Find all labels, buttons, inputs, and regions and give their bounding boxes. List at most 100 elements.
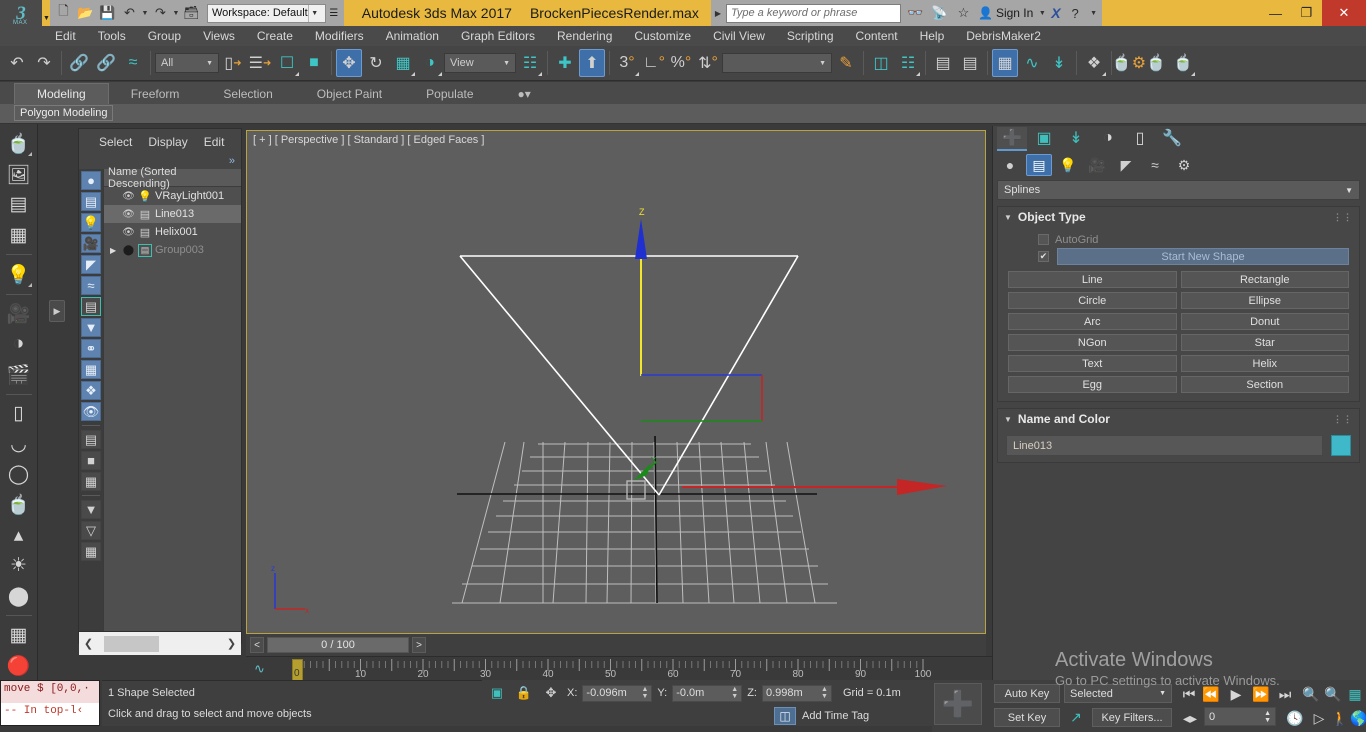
rollout-grip-icon[interactable]: ⋮⋮ [1333, 414, 1353, 425]
camera-match-icon[interactable]: ◑ [4, 330, 34, 358]
maxscript-mini-listener[interactable]: move $ [0,0,· -- In top-l‹ [0, 680, 100, 726]
app-menu-caret-icon[interactable]: ▼ [43, 15, 50, 26]
field-of-view-icon[interactable]: ▷ [1308, 708, 1330, 728]
viewport-canvas[interactable]: Z X Y z x [247, 131, 985, 633]
toolbar-config-icon[interactable]: ▦ [81, 542, 101, 561]
text-button[interactable]: Text [1008, 355, 1177, 372]
helpers-icon[interactable]: ◤ [1113, 154, 1139, 176]
redo-icon[interactable]: ↷ [31, 49, 57, 77]
list-item[interactable]: ▶ ⬤ ▤ Group003 [104, 241, 241, 259]
filter-funnel-icon[interactable]: ▽ [81, 521, 101, 540]
scene-explorer-hscrollbar[interactable]: ❮ ❯ [79, 631, 241, 655]
render-production-icon[interactable]: 🍵 [1170, 49, 1196, 77]
lights-icon[interactable]: 💡 [1055, 154, 1081, 176]
select-and-link-icon[interactable]: 🔗 [66, 49, 92, 77]
ellipse-button[interactable]: Ellipse [1180, 292, 1349, 309]
undo-icon[interactable]: ↶ [119, 3, 140, 24]
donut-button[interactable]: Donut [1180, 313, 1349, 330]
scrollbar-track[interactable] [96, 634, 224, 653]
dome-light-icon[interactable]: ◡ [4, 430, 34, 458]
scene-explorer-column-header[interactable]: Name (Sorted Descending) [104, 166, 241, 190]
redo-caret-icon[interactable]: ▼ [172, 10, 180, 17]
play-animation-icon[interactable]: ▶ [1224, 684, 1248, 704]
time-configuration-icon[interactable]: 🕓 [1284, 708, 1306, 728]
set-project-icon[interactable]: 🗃 [181, 3, 202, 24]
systems-icon[interactable]: ⚙ [1171, 154, 1197, 176]
binoculars-icon[interactable]: 👓 [906, 5, 925, 21]
display-list-icon[interactable]: ▤ [81, 430, 101, 449]
maximize-button[interactable]: ❐ [1291, 0, 1322, 26]
menu-item-group[interactable]: Group [137, 26, 192, 46]
menu-item-debrismaker2[interactable]: DebrisMaker2 [955, 26, 1052, 46]
rail-expand-button[interactable]: ▶ [49, 300, 65, 322]
category-combo[interactable]: Splines ▼ [997, 180, 1360, 200]
use-pivot-point-center-icon[interactable]: ☷ [517, 49, 543, 77]
current-frame-field[interactable]: 0 ▲ ▼ [1204, 707, 1276, 726]
ribbon-tab-populate[interactable]: Populate [404, 84, 495, 104]
save-icon[interactable]: 💾 [97, 3, 118, 24]
selection-lock-region-icon[interactable]: ▣ [486, 683, 508, 703]
toggle-scene-explorer-icon[interactable]: ▦ [992, 49, 1018, 77]
filter-space-warps-icon[interactable]: ≈ [81, 276, 101, 295]
zoom-all-viewports-icon[interactable]: 🔍 [1322, 684, 1344, 704]
material-sphere-icon[interactable]: 🔴 [4, 652, 34, 680]
render-frame-window-icon[interactable]: 🖼 [4, 160, 34, 188]
menu-item-tools[interactable]: Tools [87, 26, 137, 46]
menu-item-civil-view[interactable]: Civil View [702, 26, 776, 46]
snaps-toggle-icon[interactable]: ⬆ [579, 49, 605, 77]
select-and-manipulate-icon[interactable]: ✚ [552, 49, 578, 77]
perspective-viewport[interactable]: [ + ] [ Perspective ] [ Standard ] [ Edg… [246, 130, 986, 634]
window-crossing-icon[interactable]: ■ [301, 49, 327, 77]
menu-item-scripting[interactable]: Scripting [776, 26, 845, 46]
workspace-caret-icon[interactable]: ▼ [307, 4, 321, 22]
polygon-modeling-panel-label[interactable]: Polygon Modeling [14, 105, 114, 121]
render-settings-icon[interactable]: ▦ [4, 221, 34, 249]
close-button[interactable]: ✕ [1322, 0, 1366, 26]
sun-light-icon[interactable]: ☀ [4, 552, 34, 580]
cone-light-icon[interactable]: ▴ [4, 521, 34, 549]
display-columns-icon[interactable]: ▦ [81, 472, 101, 491]
menu-item-views[interactable]: Views [192, 26, 246, 46]
arc-button[interactable]: Arc [1008, 313, 1177, 330]
set-key-mode-icon[interactable]: ➕ [934, 683, 982, 725]
menu-item-modifiers[interactable]: Modifiers [304, 26, 375, 46]
next-frame-icon[interactable]: ⏩ [1250, 684, 1272, 704]
mirror-icon[interactable]: ✎ [833, 49, 859, 77]
ribbon-options-icon[interactable]: ●▾ [496, 84, 553, 104]
select-by-name-icon[interactable]: ☰ ➜ [247, 49, 273, 77]
autogrid-checkbox[interactable] [1038, 234, 1049, 245]
select-and-move-icon[interactable]: ✥ [336, 49, 362, 77]
filter-particles-icon[interactable]: ❖ [81, 381, 101, 400]
space-warps-icon[interactable]: ≈ [1142, 154, 1168, 176]
proxy-mesh-icon[interactable]: ▦ [4, 621, 34, 649]
next-frame-button[interactable]: > [412, 637, 426, 653]
shapes-icon[interactable]: ▤ [1026, 154, 1052, 176]
plane-light-icon[interactable]: ▯ [4, 400, 34, 428]
walkthrough-icon[interactable]: 🚶 [1330, 708, 1350, 728]
menu-item-help[interactable]: Help [909, 26, 956, 46]
z-field[interactable]: 0.998m ▲ ▼ [761, 684, 832, 702]
undo-icon[interactable]: ↶ [4, 49, 30, 77]
workspace-selector[interactable]: Workspace: Default ▼ [206, 3, 326, 23]
named-selection-sets-combo[interactable]: ▼ [722, 53, 832, 73]
display-layer-icon[interactable]: ■ [81, 451, 101, 470]
frame-spinner-icon[interactable]: ▲ ▼ [1264, 710, 1271, 724]
prev-frame-button[interactable]: < [250, 637, 264, 653]
mini-listener-line-1[interactable]: move $ [0,0,· [1, 681, 99, 703]
rectangular-selection-region-icon[interactable]: ☐ [274, 49, 300, 77]
ribbon-tab-modeling[interactable]: Modeling [14, 83, 109, 104]
select-and-scale-icon[interactable]: ▦ [390, 49, 416, 77]
help-icon[interactable]: ? [1066, 6, 1085, 21]
curve-editor-icon[interactable]: ∿ [1019, 49, 1045, 77]
app-logo[interactable]: 3 MAX [0, 0, 42, 26]
object-color-swatch[interactable] [1331, 435, 1351, 456]
physical-camera-icon[interactable]: 🎬 [4, 360, 34, 388]
minimize-button[interactable]: — [1260, 0, 1291, 26]
create-tab[interactable]: ➕ [997, 127, 1027, 151]
collapse-arrow-icon[interactable]: ▼ [1004, 213, 1012, 222]
menu-item-rendering[interactable]: Rendering [546, 26, 623, 46]
star-button[interactable]: Star [1180, 334, 1349, 351]
visibility-eye-icon[interactable]: ⬤ [122, 245, 135, 256]
geometry-icon[interactable]: ● [997, 154, 1023, 176]
selection-lock-icon[interactable]: 🔒 [513, 683, 535, 703]
